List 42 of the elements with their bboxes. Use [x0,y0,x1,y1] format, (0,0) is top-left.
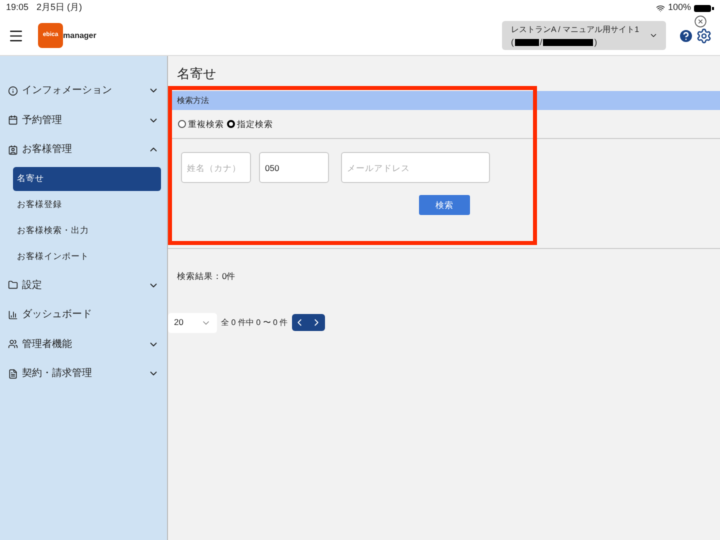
battery-icon [694,4,714,12]
sidebar-subitem[interactable]: お客様インポート [13,244,161,268]
sidebar-item[interactable]: 契約・請求管理 [6,359,161,388]
status-time: 19:05 [6,1,29,14]
contact-card-icon [8,144,18,155]
redaction-mark [514,38,539,46]
folder-icon [8,280,18,290]
result-count: 検索結果：0件 [176,270,237,283]
radio-option[interactable]: 指定検索 [227,118,273,130]
sidebar-item[interactable]: 予約管理 [6,106,161,135]
pagination-summary: 全 0 件中 0 〜 0 件 [221,316,288,329]
settings-icon[interactable] [696,28,712,44]
close-icon[interactable] [694,15,707,28]
chart-icon [8,310,18,320]
radio-option[interactable]: 重複検索 [178,118,224,130]
input-field[interactable]: 050 [259,152,329,183]
page-size-select[interactable]: 20 [168,312,217,333]
search-button[interactable]: 検索 [419,195,470,215]
status-date: 2月5日 (月) [36,1,82,14]
input-field[interactable]: 姓名（カナ） [181,152,251,183]
sidebar-item[interactable]: インフォメーション [6,76,161,106]
page-title: 名寄せ [177,64,216,83]
site-selector[interactable]: レストランA / マニュアル用サイト1 ( / ) [502,21,666,50]
redaction-mark [543,38,594,46]
sidebar-item[interactable]: お客様管理 [6,135,161,164]
logo-text: manager [63,30,96,42]
calendar-icon [8,115,18,126]
sidebar-item[interactable]: ダッシュボード [6,300,161,330]
document-icon [8,368,18,379]
users-icon [8,339,18,350]
info-icon [8,86,18,96]
menu-icon[interactable] [8,28,24,44]
sidebar-item[interactable]: 設定 [6,270,161,300]
battery-level: 100% [668,1,691,14]
sidebar-subitem[interactable]: 名寄せ [13,166,161,190]
sidebar-item[interactable]: 管理者機能 [6,330,161,359]
caret-icon [649,31,658,40]
input-field[interactable]: メールアドレス [341,152,490,183]
help-icon[interactable] [678,28,694,44]
wifi-icon [656,4,665,12]
sidebar-subitem[interactable]: お客様登録 [13,192,161,216]
sidebar-subitem[interactable]: お客様検索・出力 [13,218,161,242]
